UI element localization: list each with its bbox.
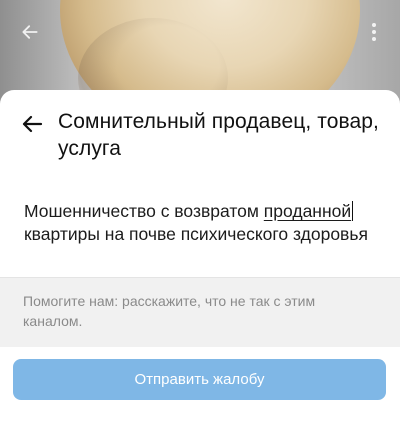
sheet-back-button[interactable] <box>20 112 44 136</box>
arrow-left-icon <box>22 115 43 133</box>
sheet-header: Сомнительный продавец, товар, услуга <box>0 90 400 162</box>
hint-block: Помогите нам: расскажите, что не так с э… <box>0 277 400 347</box>
hint-text: Помогите нам: расскажите, что не так с э… <box>23 293 316 329</box>
photo-back-button[interactable] <box>14 16 46 48</box>
vertical-dots-icon <box>372 23 376 41</box>
text-cursor <box>351 201 353 221</box>
report-reason-input[interactable]: Мошенничество с возвратом проданной квар… <box>24 200 378 246</box>
reason-text-start: Мошенничество с возвратом <box>24 201 264 221</box>
reason-text-underlined: проданной <box>263 201 352 221</box>
more-options-button[interactable] <box>358 16 390 48</box>
report-sheet: Сомнительный продавец, товар, услуга Мош… <box>0 90 400 427</box>
sheet-footer: Отправить жалобу <box>0 347 400 427</box>
sheet-title: Сомнительный продавец, товар, услуга <box>58 110 379 160</box>
submit-report-button[interactable]: Отправить жалобу <box>13 359 386 400</box>
reason-text-end: квартиры на почве психического здоровья <box>24 224 368 244</box>
arrow-left-icon <box>22 25 38 39</box>
